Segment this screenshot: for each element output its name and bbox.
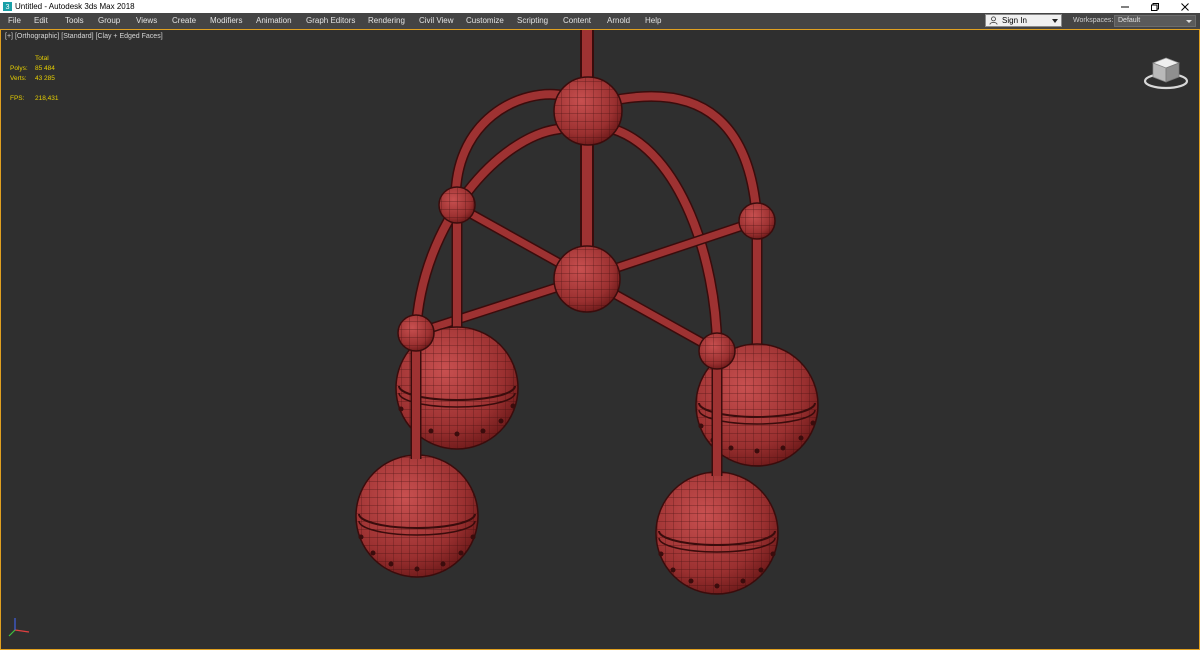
menu-scripting[interactable]: Scripting <box>517 13 548 29</box>
menu-help[interactable]: Help <box>645 13 661 29</box>
menu-customize[interactable]: Customize <box>466 13 504 29</box>
menu-content[interactable]: Content <box>563 13 591 29</box>
menu-graph-editors[interactable]: Graph Editors <box>306 13 355 29</box>
stats-polys-label: Polys: <box>10 65 28 72</box>
menu-arnold[interactable]: Arnold <box>607 13 630 29</box>
minimize-icon <box>1121 6 1129 7</box>
perspective-viewport[interactable]: [+] [Orthographic] [Standard] [Clay + Ed… <box>0 29 1200 650</box>
close-button[interactable] <box>1170 0 1200 13</box>
close-icon <box>1181 2 1189 11</box>
viewport-standard-menu[interactable]: [Standard] <box>61 33 93 40</box>
title-bar: 3 Untitled - Autodesk 3ds Max 2018 <box>0 0 1200 13</box>
svg-text:3: 3 <box>6 2 10 11</box>
menu-file[interactable]: File <box>8 13 21 29</box>
restore-icon <box>1151 2 1159 11</box>
menu-edit[interactable]: Edit <box>34 13 48 29</box>
stats-fps-label: FPS: <box>10 95 25 102</box>
menu-tools[interactable]: Tools <box>65 13 84 29</box>
minimize-button[interactable] <box>1110 0 1140 13</box>
chevron-down-icon <box>1186 20 1192 23</box>
menu-create[interactable]: Create <box>172 13 196 29</box>
stats-fps-value: 218,431 <box>35 95 59 102</box>
stats-verts-label: Verts: <box>10 75 27 82</box>
stats-polys-value: 85 484 <box>35 65 55 72</box>
menu-modifiers[interactable]: Modifiers <box>210 13 242 29</box>
stats-verts-value: 43 285 <box>35 75 55 82</box>
viewport-label-menu: [+] [Orthographic] [Standard] [Clay + Ed… <box>5 33 163 40</box>
viewcube-icon[interactable] <box>1141 52 1191 92</box>
axis-tripod-icon <box>8 618 30 637</box>
chandelier-model <box>355 30 819 595</box>
menu-civil-view[interactable]: Civil View <box>419 13 454 29</box>
menu-animation[interactable]: Animation <box>256 13 292 29</box>
menu-rendering[interactable]: Rendering <box>368 13 405 29</box>
workspaces-value: Default <box>1118 17 1141 24</box>
menu-views[interactable]: Views <box>136 13 157 29</box>
menu-group[interactable]: Group <box>98 13 120 29</box>
sign-in-button[interactable]: Sign In <box>985 14 1062 27</box>
workspaces-select[interactable]: Default <box>1114 15 1196 27</box>
viewport-point-of-view-menu[interactable]: [Orthographic] <box>15 33 59 40</box>
sign-in-label: Sign In <box>1002 16 1027 25</box>
workspaces-label: Workspaces: <box>1073 17 1114 24</box>
user-icon <box>989 16 998 25</box>
3dsmax-icon: 3 <box>3 2 12 11</box>
chevron-down-icon <box>1052 19 1058 23</box>
viewport-statistics: Total Polys: 85 484 Verts: 43 285 FPS: 218,… <box>10 54 90 104</box>
restore-button[interactable] <box>1140 0 1170 13</box>
window-title: Untitled - Autodesk 3ds Max 2018 <box>15 2 135 11</box>
stats-header: Total <box>35 55 49 62</box>
viewport-shading-menu[interactable]: [Clay + Edged Faces] <box>96 33 163 40</box>
viewport-general-menu[interactable]: [+] <box>5 33 13 40</box>
